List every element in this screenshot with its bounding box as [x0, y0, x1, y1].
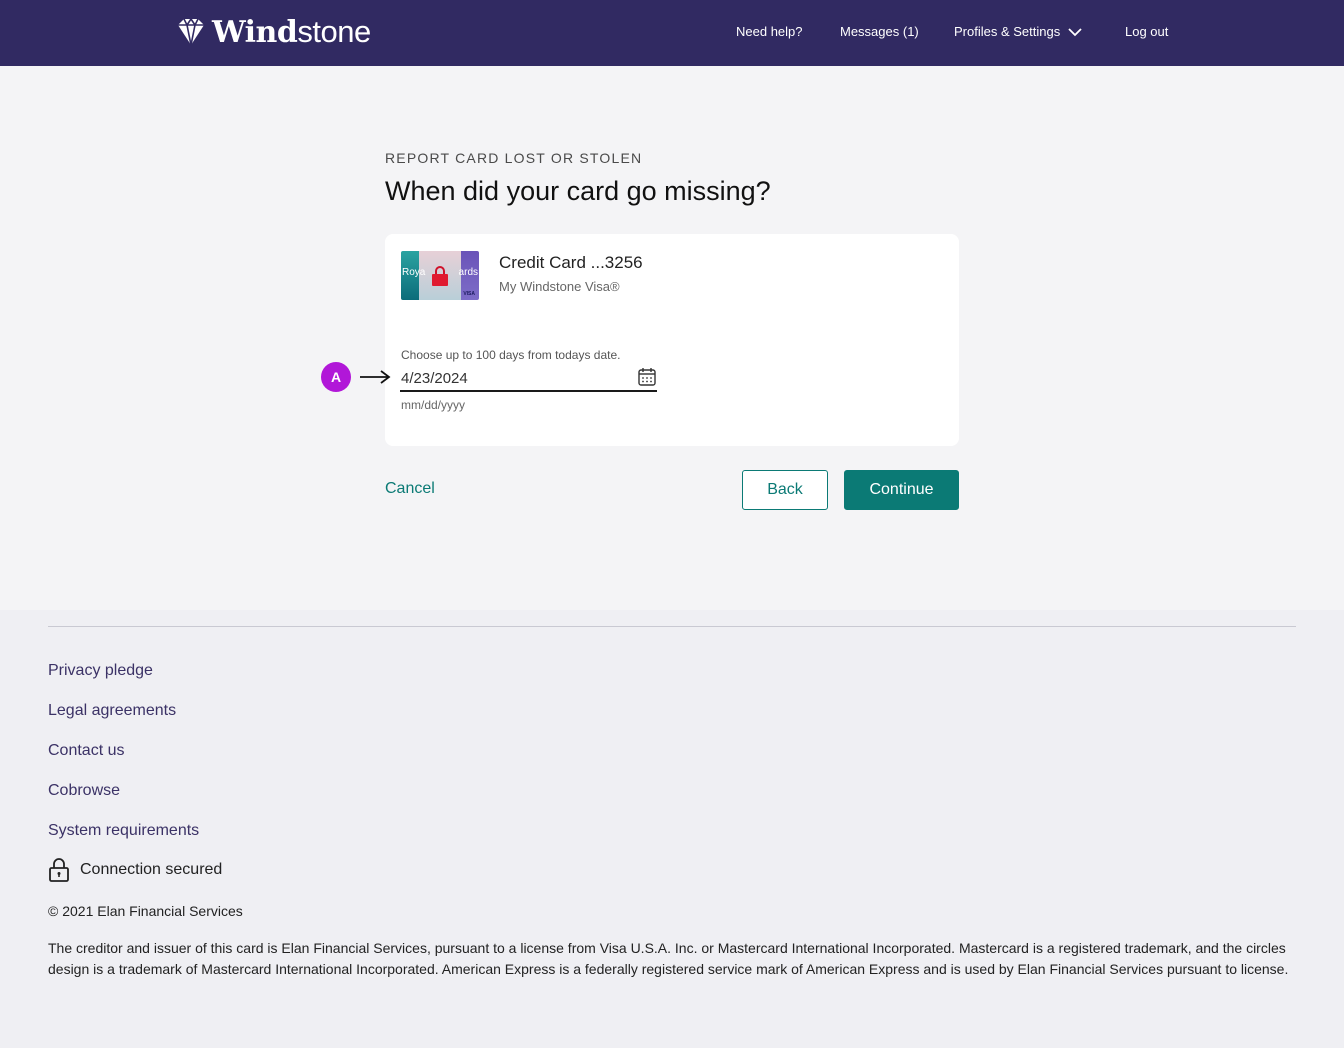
card-panel: Roya ards VISA Credit Card ...3256 My Wi…: [385, 234, 959, 446]
nav-messages[interactable]: Messages (1): [840, 24, 919, 39]
nav-log-out[interactable]: Log out: [1125, 24, 1168, 39]
cancel-link[interactable]: Cancel: [385, 480, 435, 498]
annotation-arrow-icon: [360, 370, 391, 384]
brand-name-light: stone: [297, 14, 371, 49]
missing-date-input[interactable]: [400, 366, 657, 392]
connection-secured: Connection secured: [48, 858, 222, 882]
copyright: © 2021 Elan Financial Services: [48, 903, 243, 919]
card-image: Roya ards VISA: [401, 251, 479, 300]
card-image-text-right: ards: [458, 267, 478, 278]
footer-link-privacy-pledge[interactable]: Privacy pledge: [48, 662, 153, 680]
nav-profiles-settings[interactable]: Profiles & Settings: [954, 24, 1060, 39]
back-button[interactable]: Back: [742, 470, 828, 510]
brand-name-bold: Wind: [212, 15, 298, 50]
footer-link-contact-us[interactable]: Contact us: [48, 742, 124, 760]
date-format-hint: mm/dd/yyyy: [401, 398, 466, 412]
calendar-icon[interactable]: [637, 367, 657, 387]
footer-link-legal-agreements[interactable]: Legal agreements: [48, 702, 176, 720]
brand-name: Wind stone: [212, 14, 371, 50]
card-image-text-left: Roya: [402, 267, 426, 278]
footer-link-system-requirements[interactable]: System requirements: [48, 822, 199, 840]
continue-button[interactable]: Continue: [844, 470, 959, 510]
card-product: My Windstone Visa®: [499, 279, 620, 294]
card-name: Credit Card ...3256: [499, 253, 643, 272]
page-footer: Privacy pledge Legal agreements Contact …: [0, 610, 1344, 1048]
footer-divider: [48, 626, 1296, 627]
windstone-logo[interactable]: Wind stone: [176, 14, 371, 50]
chevron-down-icon[interactable]: [1068, 27, 1082, 37]
card-network-mark: VISA: [463, 291, 475, 297]
connection-secured-label: Connection secured: [80, 861, 223, 878]
nav-need-help[interactable]: Need help?: [736, 24, 803, 39]
page-eyebrow: REPORT CARD LOST OR STOLEN: [385, 150, 643, 166]
top-navigation-bar: Wind stone Need help? Messages (1) Profil…: [0, 0, 1344, 66]
page-title: When did your card go missing?: [385, 176, 771, 206]
lock-bag-icon: [432, 266, 448, 286]
annotation-badge: A: [321, 362, 351, 392]
footer-link-cobrowse[interactable]: Cobrowse: [48, 782, 120, 800]
legal-disclaimer: The creditor and issuer of this card is …: [48, 940, 1289, 977]
date-field-hint: Choose up to 100 days from todays date.: [401, 348, 621, 362]
lock-icon: [49, 858, 69, 882]
diamond-logo-icon: [178, 17, 204, 46]
